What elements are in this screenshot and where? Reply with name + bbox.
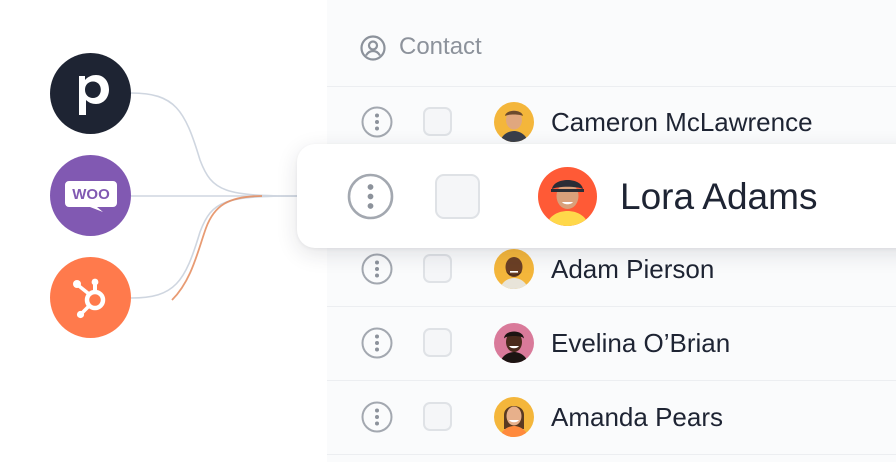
avatar-image (538, 167, 597, 226)
user-circle-icon (360, 35, 386, 61)
avatar (538, 167, 597, 226)
avatar-image (494, 323, 534, 363)
row-checkbox[interactable] (423, 254, 452, 283)
highlighted-contact-row[interactable]: Lora Adams (297, 144, 896, 248)
woocommerce-bubble-icon: WOO (64, 180, 117, 212)
avatar (494, 323, 534, 363)
svg-text:WOO: WOO (72, 186, 110, 203)
contact-name[interactable]: Evelina O’Brian (551, 327, 730, 359)
contact-name[interactable]: Lora Adams (620, 175, 817, 219)
avatar-image (494, 249, 534, 289)
woocommerce-logo: WOO (50, 155, 131, 236)
more-options-icon[interactable] (361, 253, 393, 285)
contact-column-header[interactable]: Contact (399, 32, 482, 62)
avatar-image (494, 397, 534, 437)
avatar (494, 249, 534, 289)
row-checkbox[interactable] (423, 402, 452, 431)
row-checkbox[interactable] (435, 174, 480, 219)
pipedrive-connector (130, 92, 301, 197)
contact-name[interactable]: Adam Pierson (551, 253, 714, 285)
avatar-image (494, 102, 534, 142)
integration-sync-illustration: WOO Contact Cameron McLawrence Adam Pier… (0, 0, 896, 462)
avatar (494, 397, 534, 437)
pipedrive-logo (50, 53, 131, 134)
table-row[interactable]: Evelina O’Brian (327, 307, 896, 381)
table-row[interactable]: Amanda Pears (327, 381, 896, 455)
pipedrive-p-icon (78, 74, 109, 115)
row-checkbox[interactable] (423, 328, 452, 357)
more-options-icon[interactable] (361, 401, 393, 433)
contact-name[interactable]: Cameron McLawrence (551, 106, 813, 138)
table-header: Contact (327, 0, 896, 87)
hubspot-sprocket-icon (72, 278, 105, 318)
contact-name[interactable]: Amanda Pears (551, 401, 723, 433)
more-options-icon[interactable] (347, 173, 394, 220)
active-connector (171, 195, 263, 301)
more-options-icon[interactable] (361, 327, 393, 359)
hubspot-logo (50, 257, 131, 338)
more-options-icon[interactable] (361, 106, 393, 138)
row-checkbox[interactable] (423, 107, 452, 136)
avatar (494, 102, 534, 142)
